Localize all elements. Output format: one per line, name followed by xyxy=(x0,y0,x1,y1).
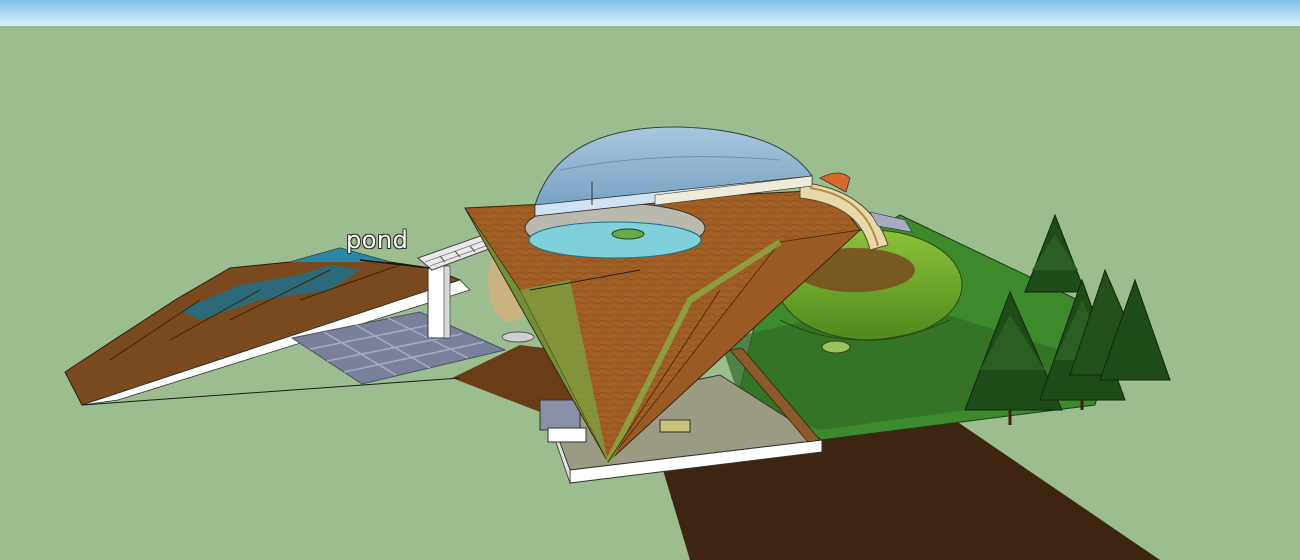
model-scene[interactable] xyxy=(0,0,1300,560)
annotation-label-pond: pond xyxy=(346,226,409,254)
pool[interactable] xyxy=(528,221,702,259)
sky xyxy=(0,0,1300,26)
sketchup-viewport[interactable]: pond xyxy=(0,0,1300,560)
